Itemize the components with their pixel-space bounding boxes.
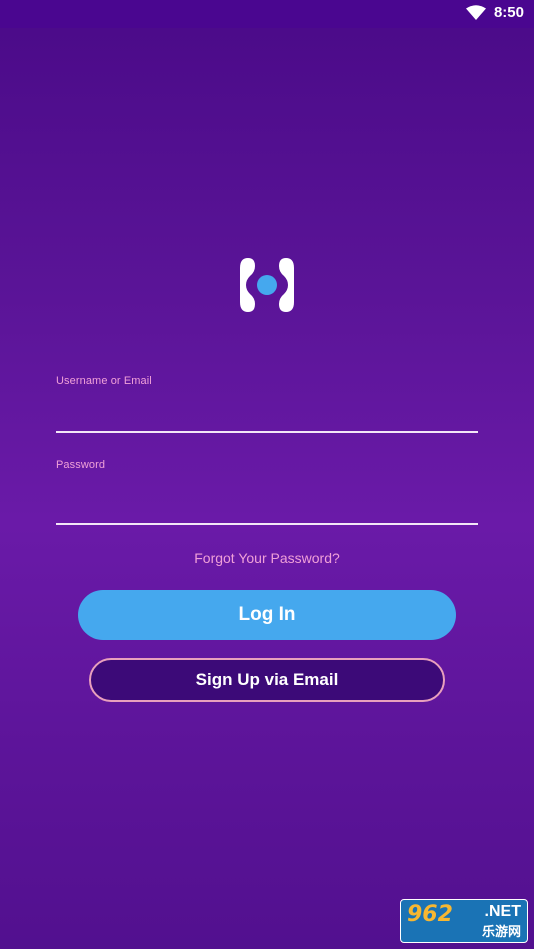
forgot-password-link[interactable]: Forgot Your Password?: [0, 550, 534, 566]
password-field-group: Password: [56, 459, 478, 525]
password-label: Password: [56, 459, 106, 471]
watermark-domain: .NET: [484, 903, 521, 920]
username-field-group: Username or Email: [56, 375, 478, 433]
wifi-icon: [465, 4, 486, 21]
login-button[interactable]: Log In: [78, 590, 456, 640]
status-bar-right: 8:50: [465, 4, 524, 21]
watermark-number: 962: [407, 902, 453, 927]
watermark-logo: 962 .NET 乐游网: [400, 899, 528, 943]
status-bar: 8:50: [0, 0, 534, 28]
watermark-chinese: 乐游网: [481, 924, 521, 939]
password-input[interactable]: [56, 477, 478, 525]
username-label: Username or Email: [56, 375, 152, 387]
status-time: 8:50: [493, 4, 524, 21]
app-logo-icon: [238, 256, 296, 314]
username-input[interactable]: [56, 393, 478, 433]
signup-email-button[interactable]: Sign Up via Email: [89, 658, 445, 702]
